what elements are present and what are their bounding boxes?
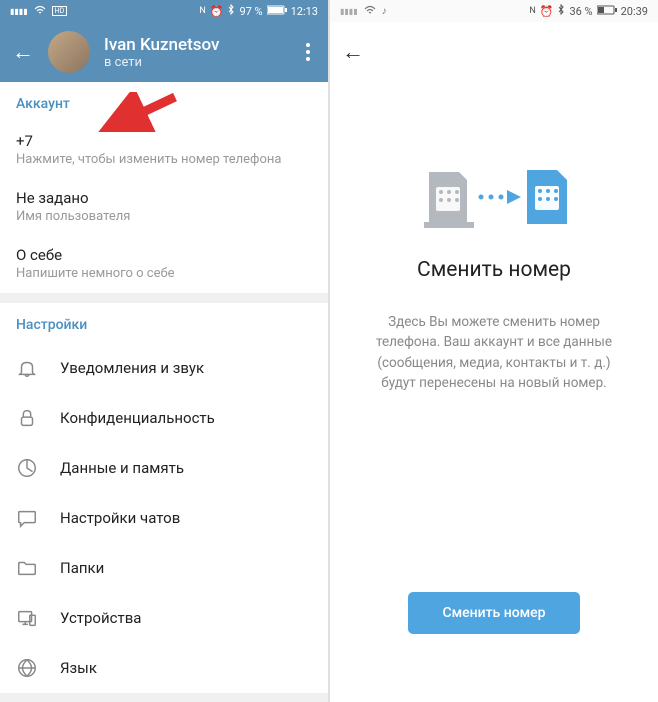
- profile-header: ← Ivan Kuznetsov в сети: [0, 22, 328, 82]
- alarm-icon: ⏰: [540, 5, 554, 18]
- phone-row[interactable]: +7 Нажмите, чтобы изменить номер телефон…: [0, 122, 328, 179]
- settings-label: Папки: [60, 559, 104, 577]
- time: 20:39: [621, 5, 648, 18]
- change-number-body: Сменить номер Здесь Вы можете сменить но…: [330, 82, 658, 702]
- content-scroll[interactable]: Аккаунт +7 Нажмите, чтобы изменить номер…: [0, 82, 328, 702]
- battery-icon: [267, 5, 287, 18]
- devices-icon: [16, 607, 38, 629]
- settings-devices[interactable]: Устройства: [0, 593, 328, 643]
- settings-notifications[interactable]: Уведомления и звук: [0, 343, 328, 393]
- divider: [0, 693, 328, 702]
- change-number-title: Сменить номер: [417, 258, 571, 282]
- section-account: Аккаунт: [0, 82, 328, 122]
- battery-icon: [597, 5, 617, 18]
- change-number-screen: ▮▮▮▮ ♪ N ⏰ 36 % 20:39 ←: [330, 0, 658, 702]
- phone-value: +7: [16, 132, 312, 150]
- volte-icon: HD: [52, 6, 68, 16]
- change-number-button[interactable]: Сменить номер: [408, 592, 579, 634]
- signal-icon: ▮▮▮▮: [340, 7, 358, 16]
- status-bar: ▮▮▮▮ HD N ⏰ 97 % 12:13: [0, 0, 328, 22]
- nfc-icon: N: [199, 6, 205, 16]
- username-hint: Имя пользователя: [16, 209, 312, 224]
- settings-label: Настройки чатов: [60, 509, 180, 527]
- avatar[interactable]: [48, 31, 90, 73]
- settings-label: Язык: [60, 659, 97, 677]
- username-row[interactable]: Не задано Имя пользователя: [0, 179, 328, 236]
- alarm-icon: ⏰: [210, 5, 224, 18]
- settings-label: Данные и память: [60, 459, 184, 477]
- bio-hint: Напишите немного о себе: [16, 266, 312, 281]
- folder-icon: [16, 557, 38, 579]
- settings-label: Уведомления и звук: [60, 359, 204, 377]
- settings-folders[interactable]: Папки: [0, 543, 328, 593]
- back-button[interactable]: ←: [342, 39, 364, 65]
- section-settings: Настройки: [0, 303, 328, 343]
- change-number-description: Здесь Вы можете сменить номер телефона. …: [360, 312, 628, 393]
- battery-percent: 36 %: [569, 5, 592, 18]
- settings-label: Конфиденциальность: [60, 409, 215, 427]
- bio-value: О себе: [16, 246, 312, 264]
- divider: [0, 293, 328, 303]
- settings-chats[interactable]: Настройки чатов: [0, 493, 328, 543]
- wifi-icon: [364, 5, 376, 18]
- globe-icon: [16, 657, 38, 679]
- signal-icon: ▮▮▮▮: [10, 7, 28, 16]
- time: 12:13: [291, 5, 318, 18]
- back-button[interactable]: ←: [12, 39, 34, 65]
- nfc-icon: N: [529, 6, 535, 16]
- status-bar: ▮▮▮▮ ♪ N ⏰ 36 % 20:39: [330, 0, 658, 22]
- bluetooth-icon: [227, 4, 235, 18]
- settings-language[interactable]: Язык: [0, 643, 328, 693]
- lock-icon: [16, 407, 38, 429]
- battery-percent: 97 %: [239, 5, 262, 18]
- settings-label: Устройства: [60, 609, 141, 627]
- chat-icon: [16, 507, 38, 529]
- profile-name: Ivan Kuznetsov: [104, 35, 286, 55]
- bluetooth-icon: [557, 4, 565, 18]
- settings-screen: ▮▮▮▮ HD N ⏰ 97 % 12:13 ← Ivan Kuznetsov …: [0, 0, 328, 702]
- profile-status: в сети: [104, 55, 286, 70]
- header: ←: [330, 22, 658, 82]
- data-icon: [16, 457, 38, 479]
- username-value: Не задано: [16, 189, 312, 207]
- bell-icon: [16, 357, 38, 379]
- sim-transfer-illustration: [419, 162, 569, 236]
- wifi-icon: [34, 5, 46, 18]
- settings-data[interactable]: Данные и память: [0, 443, 328, 493]
- bio-row[interactable]: О себе Напишите немного о себе: [0, 236, 328, 293]
- tiktok-icon: ♪: [382, 6, 387, 17]
- phone-hint: Нажмите, чтобы изменить номер телефона: [16, 152, 312, 167]
- more-menu-button[interactable]: [300, 37, 316, 67]
- settings-privacy[interactable]: Конфиденциальность: [0, 393, 328, 443]
